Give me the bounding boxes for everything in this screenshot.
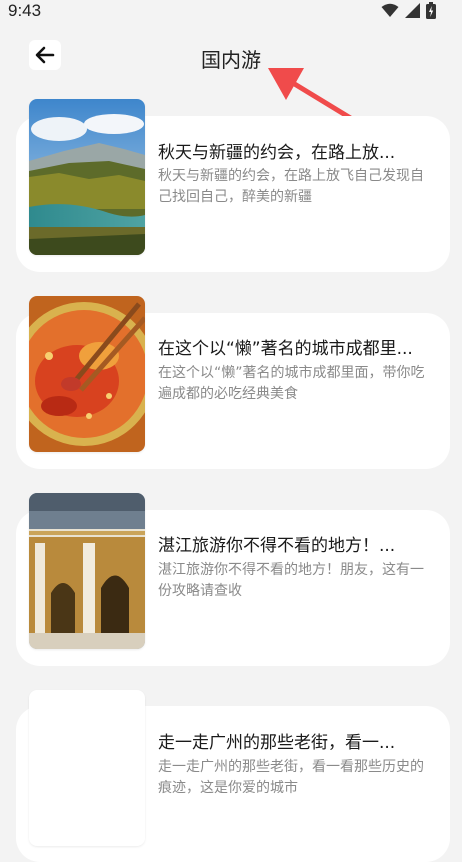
colonial-building-image [29,493,145,649]
article-thumbnail[interactable] [29,296,145,452]
status-time: 9:43 [8,1,42,20]
battery-icon [426,2,436,19]
article-title[interactable]: 秋天与新疆的约会，在路上放... [158,138,420,163]
status-bar: 9:43 [0,0,462,24]
article-thumbnail[interactable] [29,99,145,255]
article-description: 走一走广州的那些老街，看一看那些历史的痕迹，这是你爱的城市 [158,759,424,796]
article-title[interactable]: 湛江旅游你不得不看的地方！... [158,531,420,556]
article-thumbnail[interactable] [29,690,145,846]
article-description: 秋天与新疆的约会，在路上放飞自己发现自己找回自己，醉美的新疆 [158,168,424,205]
article-title[interactable]: 在这个以“懒”著名的城市成都里... [158,334,420,359]
article-title[interactable]: 走一走广州的那些老街，看一... [158,728,420,753]
article-description: 在这个以“懒”著名的城市成都里面，带你吃遍成都的必吃经典美食 [158,365,425,402]
cell-signal-icon [405,3,420,18]
hotpot-food-image [29,296,145,452]
article-thumbnail[interactable] [29,493,145,649]
wifi-icon [381,3,399,17]
lake-landscape-image [29,99,145,255]
status-icons [381,2,436,19]
page-title: 国内游 [201,48,261,72]
article-description: 湛江旅游你不得不看的地方！朋友，这有一份攻略请查收 [158,562,424,599]
